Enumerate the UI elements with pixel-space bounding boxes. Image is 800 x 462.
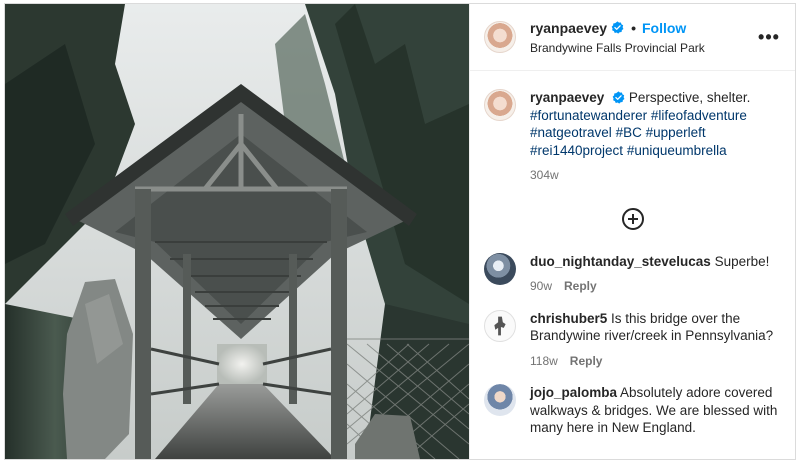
comment-username[interactable]: duo_nightanday_stevelucas [530,254,711,269]
follow-button[interactable]: Follow [642,20,686,36]
comment-avatar[interactable] [484,252,516,285]
add-circle-icon[interactable] [621,207,644,230]
comment-meta: 118w Reply [530,353,781,371]
comment-avatar[interactable] [484,384,516,416]
author-avatar[interactable] [484,21,516,53]
caption-body: ryanpaevey Perspective, shelter. #fortun… [530,89,781,185]
hashtag-link[interactable]: #lifeofadventure [651,108,747,123]
header-name-row: ryanpaevey • Follow [530,20,757,36]
comments-section: ryanpaevey Perspective, shelter. #fortun… [470,71,795,437]
comment-body: jojo_palomba Absolutely adore covered wa… [530,384,781,437]
post-location[interactable]: Brandywine Falls Provincial Park [530,41,757,55]
comment-body: chrishuber5 Is this bridge over the Bran… [530,310,781,371]
comment-username[interactable]: jojo_palomba [530,385,617,400]
header-separator: • [631,19,636,36]
comment-item: chrishuber5 Is this bridge over the Bran… [484,309,781,371]
post-photo[interactable] [5,4,469,459]
caption-username[interactable]: ryanpaevey [530,90,604,105]
verified-badge-icon [611,21,624,34]
hashtag-link[interactable]: #fortunatewanderer [530,108,647,123]
comment-timestamp[interactable]: 90w [530,279,552,293]
post-side-panel: ryanpaevey • Follow Brandywine Falls Pro… [469,4,795,459]
hashtag-link[interactable]: #uniqueumbrella [627,143,727,158]
comment-item: duo_nightanday_stevelucas Superbe! 90w Re… [484,252,781,296]
more-options-icon[interactable]: ••• [757,25,781,49]
covered-bridge-image [5,4,469,459]
author-username[interactable]: ryanpaevey [530,20,607,36]
caption-avatar[interactable] [484,89,516,121]
comment-item: jojo_palomba Absolutely adore covered wa… [484,384,781,437]
reply-button[interactable]: Reply [564,279,597,293]
hashtag-link[interactable]: #upperleft [646,125,706,140]
hashtag-link[interactable]: #rei1440project [530,143,623,158]
hashtag-link[interactable]: #natgeotravel [530,125,612,140]
post-header: ryanpaevey • Follow Brandywine Falls Pro… [470,4,795,71]
comment-text: Superbe! [714,253,770,269]
comment-username[interactable]: chrishuber5 [530,311,607,326]
reply-button[interactable]: Reply [570,354,603,368]
caption-timestamp[interactable]: 304w [530,167,781,185]
caption: ryanpaevey Perspective, shelter. #fortun… [484,89,781,185]
comment-meta: 90w Reply [530,278,781,296]
silhouette-icon [494,316,506,335]
instagram-post: ryanpaevey • Follow Brandywine Falls Pro… [4,3,796,460]
caption-text: Perspective, shelter. [628,90,751,105]
hashtag-link[interactable]: #BC [616,125,642,140]
comment-timestamp[interactable]: 118w [530,354,558,368]
verified-badge-icon [612,91,625,104]
load-more-comments[interactable] [484,199,781,239]
comment-body: duo_nightanday_stevelucas Superbe! 90w Re… [530,253,781,296]
comment-avatar[interactable] [484,309,516,342]
header-text: ryanpaevey • Follow Brandywine Falls Pro… [530,20,757,55]
